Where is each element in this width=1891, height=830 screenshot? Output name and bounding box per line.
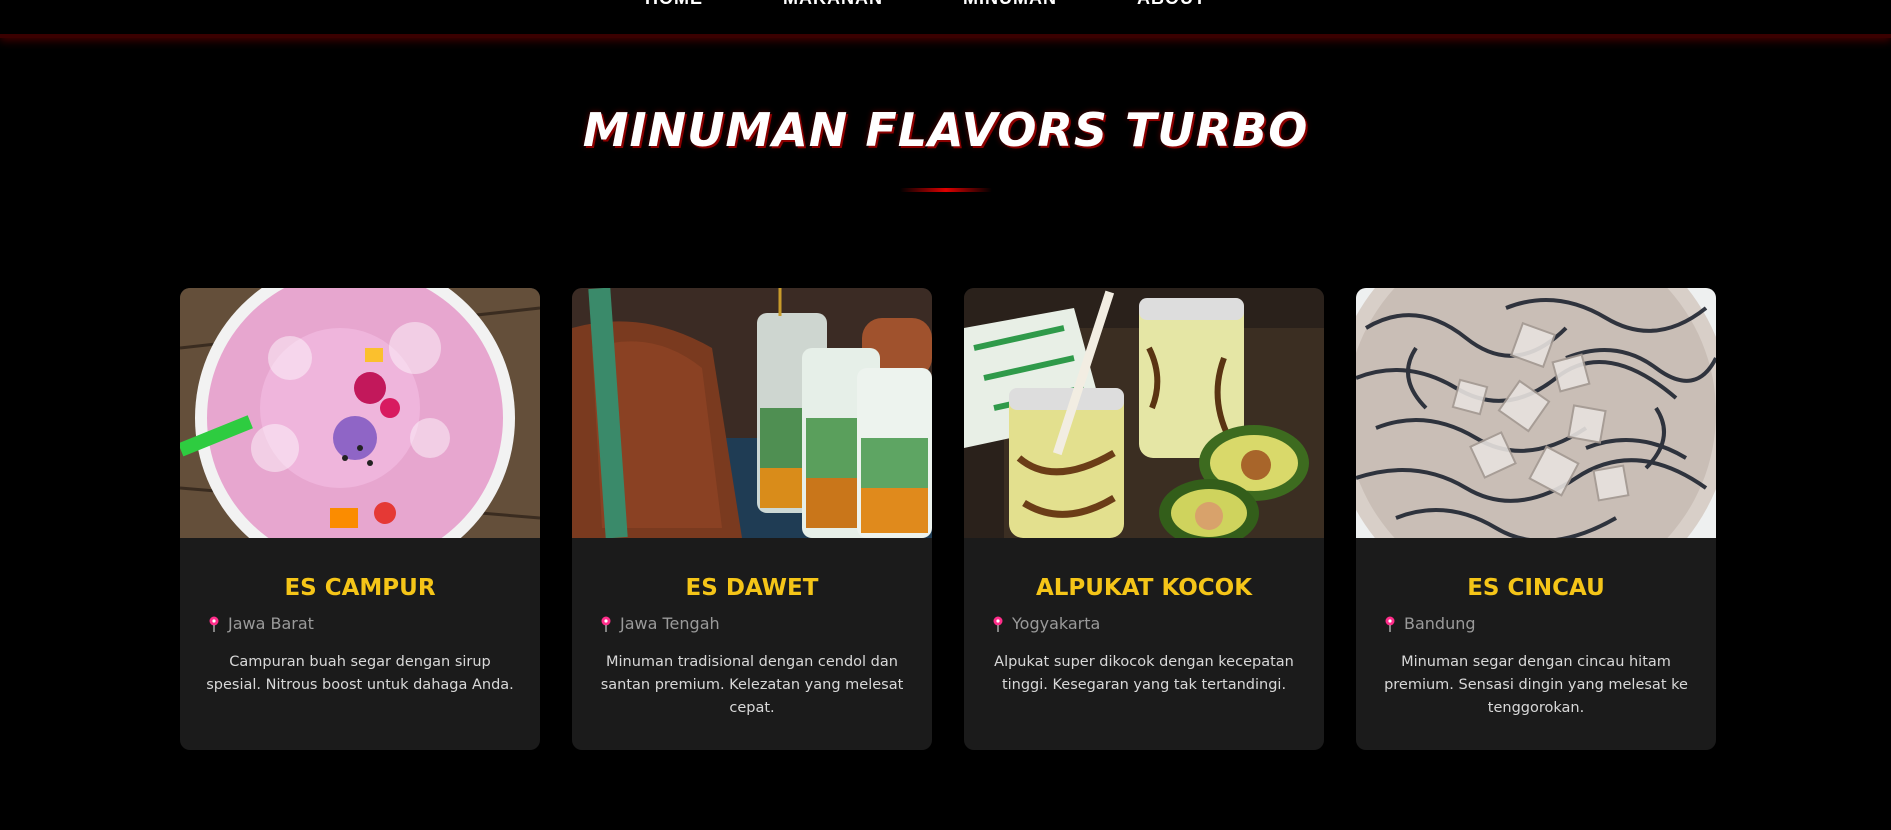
location-pin-icon bbox=[601, 616, 611, 632]
section-title: MINUMAN FLAVORS TURBO bbox=[582, 103, 1309, 157]
drink-location: Jawa Tengah bbox=[600, 614, 932, 633]
nav-link-home[interactable]: HOME bbox=[645, 0, 703, 9]
drink-description: Campuran buah segar dengan sirup spesial… bbox=[206, 654, 514, 693]
location-pin-icon bbox=[209, 616, 219, 632]
drink-card[interactable]: ALPUKAT KOCOK Yogyakarta Alpukat super d… bbox=[964, 288, 1324, 750]
alpukat-kocok-image bbox=[964, 288, 1324, 538]
drink-card[interactable]: ES CINCAU Bandung Minuman segar dengan c… bbox=[1356, 288, 1716, 750]
drink-location: Bandung bbox=[1384, 614, 1716, 633]
location-pin-icon bbox=[993, 616, 1003, 632]
es-cincau-image bbox=[1356, 288, 1716, 538]
drink-name: ES DAWET bbox=[685, 575, 819, 601]
nav-link-makanan[interactable]: MAKANAN bbox=[783, 0, 883, 9]
drink-description: Alpukat super dikocok dengan kecepatan t… bbox=[994, 654, 1294, 693]
nav-links: HOME MAKANAN MINUMAN ABOUT bbox=[0, 0, 1891, 9]
drink-description: Minuman tradisional dengan cendol dan sa… bbox=[600, 654, 904, 716]
drink-location: Yogyakarta bbox=[992, 614, 1324, 633]
drink-name: ALPUKAT KOCOK bbox=[1035, 575, 1253, 601]
nav-link-minuman[interactable]: MINUMAN bbox=[963, 0, 1057, 9]
drink-card[interactable]: ES DAWET Jawa Tengah Minuman tradisional… bbox=[572, 288, 932, 750]
navbar: HOME MAKANAN MINUMAN ABOUT bbox=[0, 0, 1891, 38]
es-dawet-image bbox=[572, 288, 932, 538]
drink-name: ES CINCAU bbox=[1467, 575, 1605, 601]
drink-location-label: Bandung bbox=[1404, 614, 1476, 633]
drink-cards: ES CAMPUR Jawa Barat Campuran buah segar… bbox=[180, 288, 1716, 750]
es-campur-image bbox=[180, 288, 540, 538]
nav-link-about[interactable]: ABOUT bbox=[1137, 0, 1206, 9]
drink-name: ES CAMPUR bbox=[284, 575, 436, 601]
drink-location: Jawa Barat bbox=[208, 614, 540, 633]
location-pin-icon bbox=[1385, 616, 1395, 632]
drink-location-label: Jawa Barat bbox=[228, 614, 314, 633]
drink-location-label: Yogyakarta bbox=[1012, 614, 1101, 633]
title-underline bbox=[900, 188, 992, 192]
drink-card[interactable]: ES CAMPUR Jawa Barat Campuran buah segar… bbox=[180, 288, 540, 750]
drink-description: Minuman segar dengan cincau hitam premiu… bbox=[1384, 654, 1688, 716]
drink-location-label: Jawa Tengah bbox=[620, 614, 720, 633]
